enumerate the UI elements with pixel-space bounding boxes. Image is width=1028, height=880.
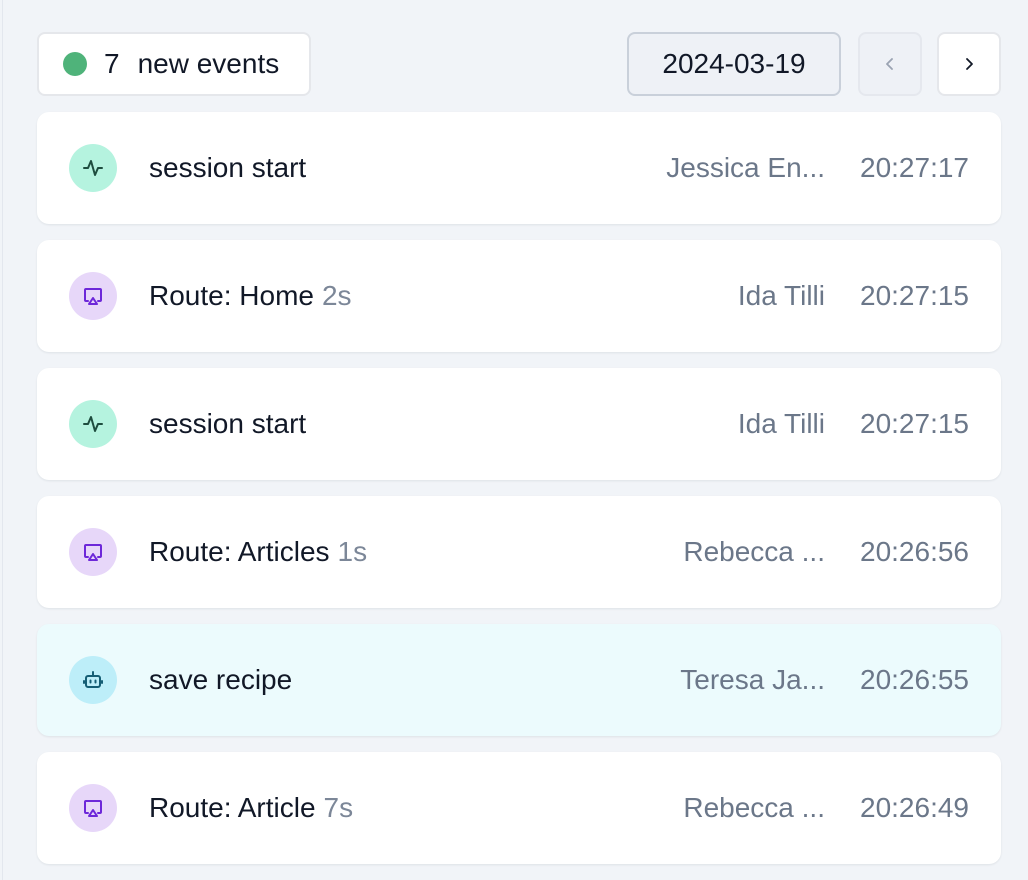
- airplay-icon: [84, 288, 102, 305]
- event-title: Route: Home 2s: [149, 240, 352, 352]
- date-picker[interactable]: 2024-03-19: [627, 32, 841, 96]
- event-time: 20:26:56: [860, 536, 969, 567]
- event-title: Route: Articles 1s: [149, 496, 367, 608]
- previous-day-button[interactable]: [858, 32, 922, 96]
- event-time: 20:26:49: [860, 792, 969, 823]
- event-type-badge: [69, 784, 117, 832]
- event-title: session start: [149, 368, 306, 480]
- event-row[interactable]: session start Ida Tilli 20:27:15: [37, 368, 1001, 480]
- event-row[interactable]: session start Jessica En... 20:27:17: [37, 112, 1001, 224]
- event-name: Route: Home: [149, 280, 314, 311]
- event-row[interactable]: save recipe Teresa Ja... 20:26:55: [37, 624, 1001, 736]
- event-type-badge: [69, 528, 117, 576]
- event-type-badge: [69, 272, 117, 320]
- event-user: Ida Tilli: [737, 408, 825, 439]
- feed-header: 7 new events 2024-03-19: [37, 32, 1001, 96]
- event-name: save recipe: [149, 664, 293, 695]
- event-duration: 7s: [323, 792, 354, 823]
- event-name: session start: [149, 152, 307, 183]
- airplay-icon: [84, 544, 102, 561]
- event-user: Rebecca ...: [683, 792, 825, 823]
- event-type-badge: [69, 144, 117, 192]
- event-time: 20:26:55: [860, 664, 969, 695]
- bot-icon: [83, 671, 103, 688]
- activity-icon: [83, 160, 103, 176]
- event-user: Ida Tilli: [737, 280, 825, 311]
- event-user: Teresa Ja...: [680, 664, 825, 695]
- event-type-badge: [69, 400, 117, 448]
- new-events-button[interactable]: 7 new events: [37, 32, 311, 96]
- event-duration: 1s: [337, 536, 368, 567]
- live-indicator-icon: [63, 52, 87, 76]
- event-user: Jessica En...: [666, 152, 825, 183]
- event-name: session start: [149, 408, 307, 439]
- new-events-label: new events: [137, 48, 280, 79]
- event-title: save recipe: [149, 624, 292, 736]
- event-row[interactable]: Route: Home 2s Ida Tilli 20:27:15: [37, 240, 1001, 352]
- next-day-button[interactable]: [937, 32, 1001, 96]
- airplay-icon: [84, 800, 102, 817]
- event-name: Route: Article: [149, 792, 316, 823]
- event-time: 20:27:15: [860, 408, 969, 439]
- event-title: session start: [149, 112, 306, 224]
- event-time: 20:27:15: [860, 280, 969, 311]
- event-duration: 2s: [321, 280, 352, 311]
- chevron-left-icon: [886, 58, 893, 70]
- event-name: Route: Articles: [149, 536, 330, 567]
- chevron-right-icon: [966, 58, 973, 70]
- event-time: 20:27:17: [860, 152, 969, 183]
- new-events-count: 7: [104, 48, 120, 79]
- event-user: Rebecca ...: [683, 536, 825, 567]
- event-feed-panel: 7 new events 2024-03-19 session start Je…: [2, 0, 1028, 880]
- event-title: Route: Article 7s: [149, 752, 353, 864]
- event-type-badge: [69, 656, 117, 704]
- activity-icon: [83, 416, 103, 432]
- event-row[interactable]: Route: Article 7s Rebecca ... 20:26:49: [37, 752, 1001, 864]
- event-row[interactable]: Route: Articles 1s Rebecca ... 20:26:56: [37, 496, 1001, 608]
